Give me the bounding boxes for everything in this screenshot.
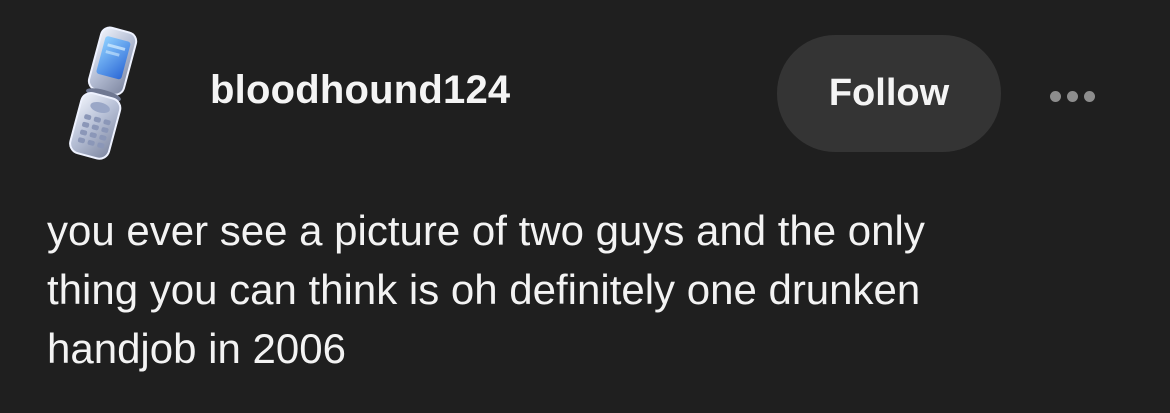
follow-button[interactable]: Follow — [777, 35, 1001, 152]
more-options-button[interactable] — [1036, 78, 1108, 114]
ellipsis-icon — [1066, 90, 1078, 102]
post-body-text: you ever see a picture of two guys and t… — [47, 207, 925, 372]
ellipsis-icon — [1083, 90, 1095, 102]
avatar[interactable] — [58, 22, 150, 164]
post-card: bloodhound124 Follow you ever see a pict… — [0, 0, 1170, 413]
author-username[interactable]: bloodhound124 — [210, 68, 510, 113]
ellipsis-icon — [1049, 90, 1061, 102]
flip-phone-icon — [69, 26, 138, 160]
